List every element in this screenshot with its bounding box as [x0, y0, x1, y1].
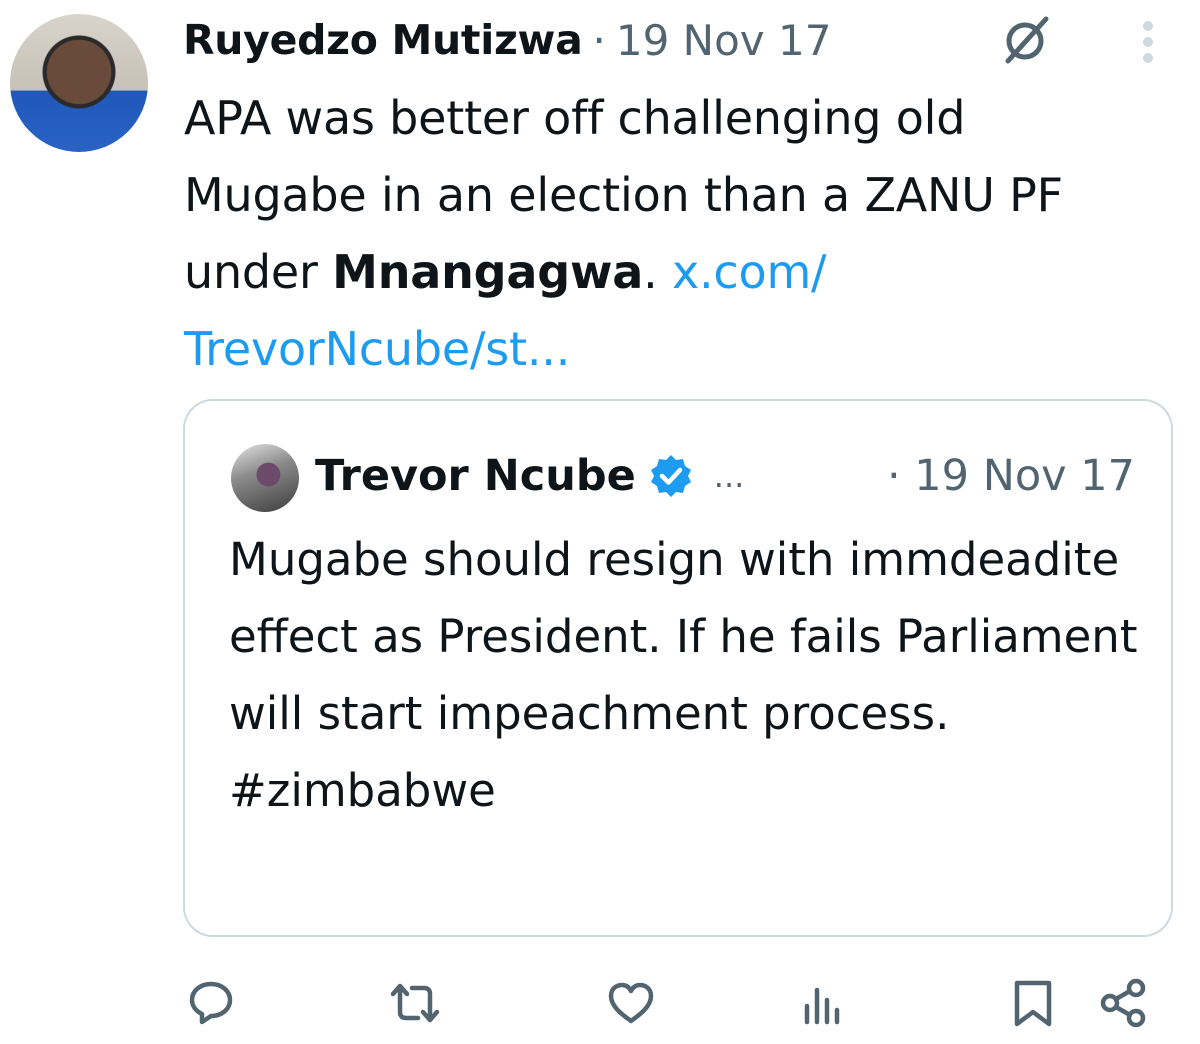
tweet-text: APA was better off challenging old Mugab… [184, 80, 1144, 388]
like-icon[interactable] [606, 978, 656, 1028]
quote-author-name[interactable]: Trevor Ncube [315, 451, 636, 501]
quote-text: Mugabe should resign with immdeadite eff… [229, 533, 1138, 817]
grok-icon[interactable] [996, 14, 1058, 66]
author-name[interactable]: Ruyedzo Mutizwa [183, 16, 583, 64]
quoted-tweet[interactable]: Trevor Ncube ... · 19 Nov 17 Mugabe shou… [183, 399, 1173, 937]
bookmark-icon[interactable] [1008, 978, 1058, 1028]
tweet-header: Ruyedzo Mutizwa · 19 Nov 17 [183, 8, 831, 72]
quote-date[interactable]: · 19 Nov 17 [887, 451, 1135, 501]
views-icon[interactable] [798, 978, 848, 1028]
tweet-text-bold: Mnangagwa [332, 245, 644, 299]
author-avatar[interactable] [10, 14, 148, 152]
verified-badge-icon [650, 455, 691, 497]
tweet-date[interactable]: 19 Nov 17 [616, 16, 832, 65]
quote-ellipsis: ... [713, 457, 745, 495]
quote-header: Trevor Ncube ... · 19 Nov 17 [315, 441, 1135, 511]
separator-dot: · [592, 15, 606, 65]
share-icon[interactable] [1098, 978, 1148, 1028]
action-bar [0, 960, 1200, 1044]
more-icon[interactable] [1128, 18, 1168, 66]
retweet-icon[interactable] [390, 978, 440, 1028]
tweet-text-part2: . [643, 245, 672, 299]
quote-author-avatar[interactable] [231, 444, 299, 512]
reply-icon[interactable] [186, 978, 236, 1028]
